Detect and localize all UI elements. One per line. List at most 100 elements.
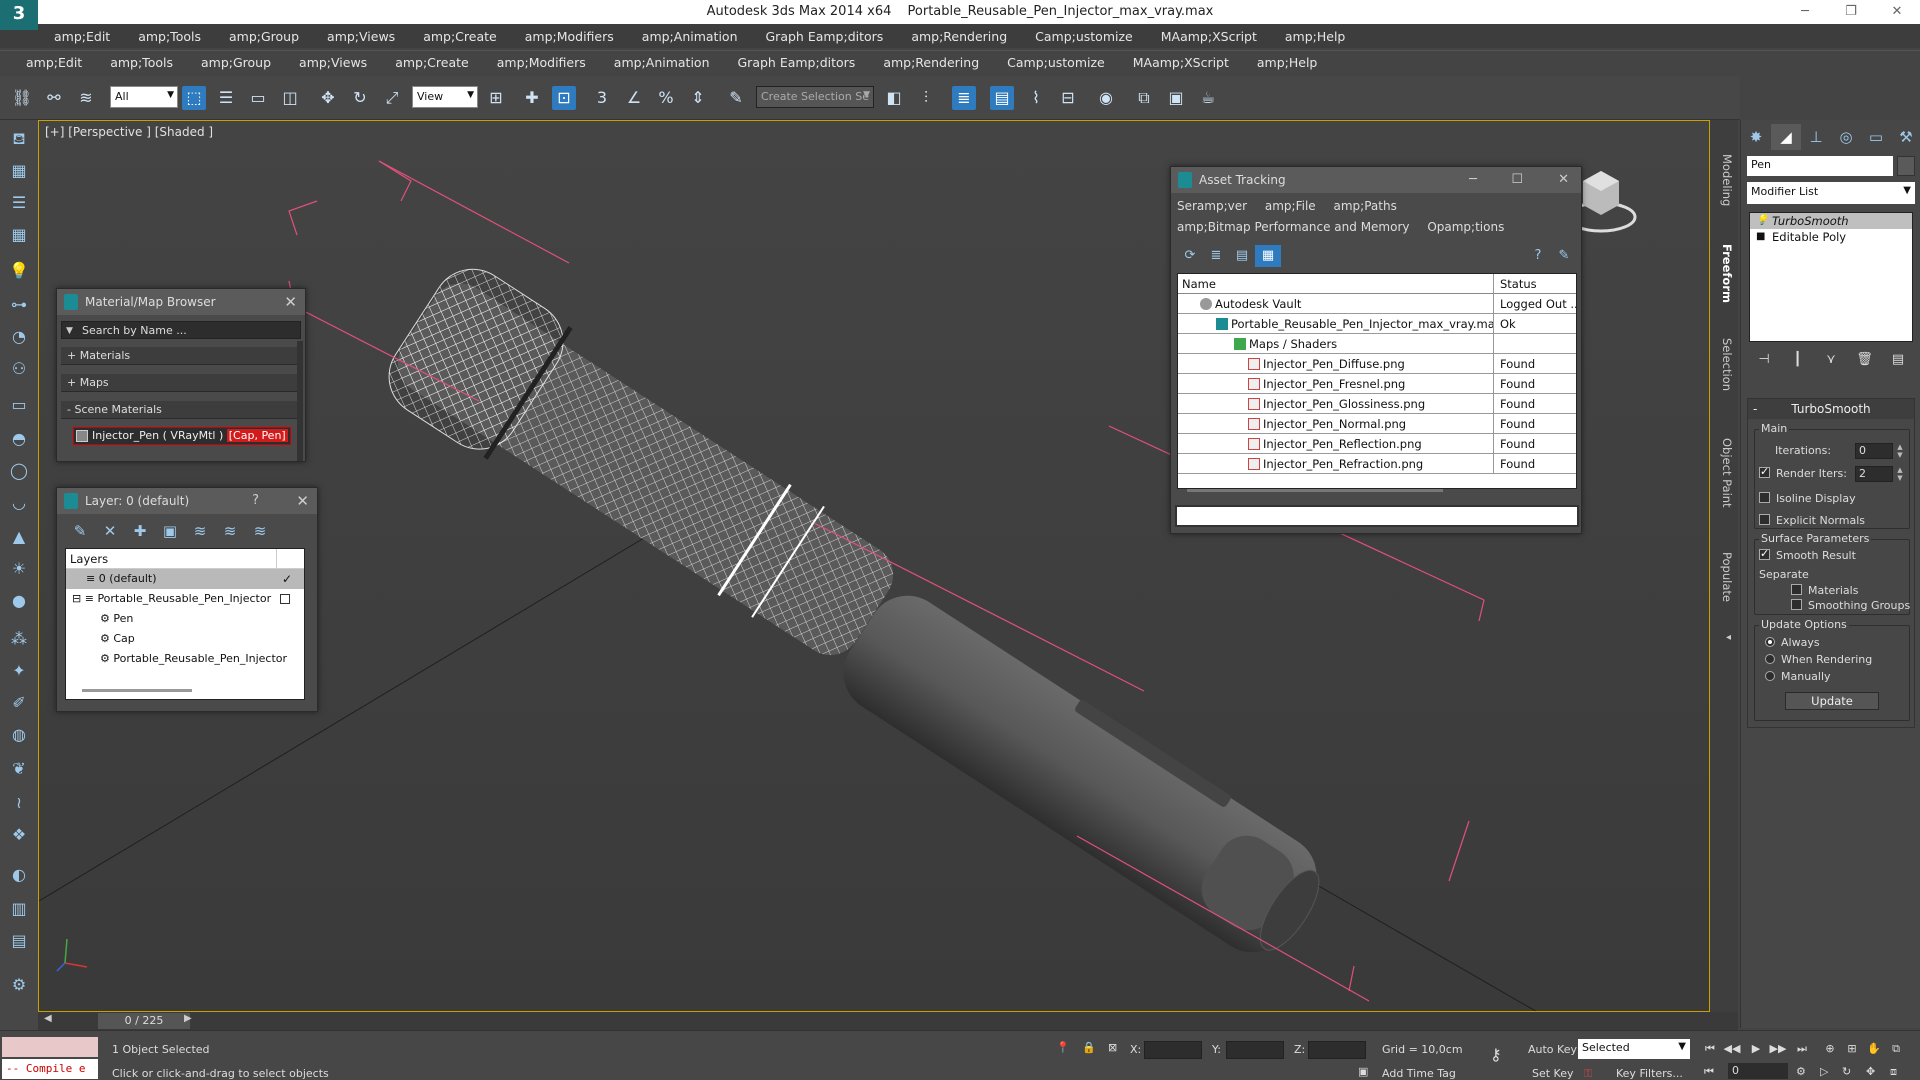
collapse-icon[interactable]: ⊟ ≡ xyxy=(72,592,97,605)
pin-stack-icon[interactable]: ⊣ xyxy=(1753,348,1775,372)
time-slider[interactable]: ◀ 0 / 225 ▶ xyxy=(38,1012,1738,1030)
tab-object-paint[interactable]: Object Paint xyxy=(1714,438,1734,508)
isolate-icon[interactable]: 📍 xyxy=(1056,1041,1070,1054)
render-iters-checkbox[interactable] xyxy=(1759,465,1770,478)
viewport-label[interactable]: [+] [Perspective ] [Shaded ] xyxy=(45,125,213,139)
time-slider-thumb[interactable]: 0 / 225 xyxy=(98,1013,190,1029)
minimize-icon[interactable]: ─ xyxy=(1469,167,1477,193)
x-coordinate-field[interactable] xyxy=(1144,1041,1202,1059)
add-time-tag[interactable]: Add Time Tag xyxy=(1382,1067,1456,1080)
material-editor-icon[interactable]: ◉ xyxy=(1094,86,1118,110)
hair-icon[interactable]: ≀ xyxy=(6,790,32,816)
show-end-result-icon[interactable]: ┃ xyxy=(1787,348,1809,372)
stack-item-editable-poly[interactable]: ■ Editable Poly xyxy=(1750,229,1912,245)
menu-server[interactable]: Seramp;ver xyxy=(1177,199,1247,213)
horizontal-scrollbar[interactable] xyxy=(1187,489,1443,492)
rendered-frame-window-icon[interactable]: ▣ xyxy=(1164,86,1188,110)
add-to-layer-icon[interactable]: ✚ xyxy=(125,520,155,542)
menu-paths[interactable]: amp;Paths xyxy=(1334,199,1397,213)
utilities-tab-icon[interactable]: ⚒ xyxy=(1891,124,1920,150)
key-selection-dropdown[interactable]: Selected ▼ xyxy=(1578,1039,1690,1059)
edit-named-selection-icon[interactable]: ✎ xyxy=(724,86,748,110)
modify-tab-icon[interactable]: ◢ xyxy=(1771,124,1801,150)
make-unique-icon[interactable]: ⋎ xyxy=(1820,348,1842,372)
grid-icon[interactable]: ▦ xyxy=(6,222,32,248)
render-production-icon[interactable]: ☕ xyxy=(1196,86,1220,110)
selection-filter-dropdown[interactable]: All ▼ xyxy=(110,86,178,108)
scale-icon[interactable]: ⤢ xyxy=(380,86,404,110)
collapse-ribbon-icon[interactable]: ◂ xyxy=(1714,632,1734,643)
select-layer-objects-icon[interactable]: ▣ xyxy=(155,520,185,542)
prev-frame-icon[interactable]: ◀ xyxy=(44,1013,52,1024)
menu2-modifiers[interactable]: amp;Modifiers xyxy=(497,55,586,70)
asset-tracking-titlebar[interactable]: Asset Tracking ─ ☐ ✕ xyxy=(1171,167,1581,193)
maxscript-listener-input[interactable] xyxy=(2,1037,98,1057)
refresh-icon[interactable]: ⟳ xyxy=(1177,245,1203,267)
name-column-header[interactable]: Name xyxy=(1178,274,1494,294)
update-button[interactable]: Update xyxy=(1785,692,1879,710)
tab-freeform[interactable]: Freeform xyxy=(1714,244,1734,303)
cone-icon[interactable]: ▲ xyxy=(6,524,32,550)
layer-object-injector[interactable]: ⚙ Portable_Reusable_Pen_Injector xyxy=(66,649,304,669)
menu-bitmap-performance[interactable]: amp;Bitmap Performance and Memory xyxy=(1177,220,1410,234)
reference-coordinate-dropdown[interactable]: View ▼ xyxy=(412,86,478,108)
stack-item-turbosmooth[interactable]: 💡 TurboSmooth xyxy=(1750,213,1912,229)
table-row[interactable]: Injector_Pen_Reflection.png Found xyxy=(1178,434,1576,454)
orbit-icon[interactable]: ↻ xyxy=(1842,1065,1851,1078)
help-icon[interactable]: ? xyxy=(1525,245,1551,267)
layer-manager-icon[interactable]: ≣ xyxy=(952,86,976,110)
menu2-graph-editors[interactable]: Graph Eamp;ditors xyxy=(738,55,856,70)
cap-wireframe[interactable] xyxy=(374,254,916,683)
table-row[interactable]: Injector_Pen_Diffuse.png Found xyxy=(1178,354,1576,374)
layer-row-default[interactable]: ≡ 0 (default) ✓ xyxy=(66,569,304,589)
ball-icon[interactable]: ● xyxy=(6,588,32,614)
layer-object-pen[interactable]: ⚙ Pen xyxy=(66,609,304,629)
graphite-ribbon-icon[interactable]: ▤ xyxy=(990,86,1014,110)
menu2-views[interactable]: amp;Views xyxy=(299,55,367,70)
rectangular-selection-icon[interactable]: ▭ xyxy=(246,86,270,110)
close-button[interactable]: ✕ xyxy=(1874,0,1920,24)
time-config-icon[interactable]: ⚙ xyxy=(1796,1065,1806,1078)
walkthrough-icon[interactable]: ✥ xyxy=(1866,1065,1875,1078)
zoom-icon[interactable]: ⊕ xyxy=(1820,1039,1840,1059)
menu2-maxscript[interactable]: MAamp;XScript xyxy=(1133,55,1229,70)
smooth-result-checkbox[interactable] xyxy=(1759,547,1770,560)
teapot-icon[interactable]: ⛾ xyxy=(6,126,32,152)
freeze-all-icon[interactable]: ≋ xyxy=(245,520,275,542)
z-coordinate-field[interactable] xyxy=(1308,1041,1366,1059)
menu-edit[interactable]: amp;Edit xyxy=(54,29,110,44)
pin-icon[interactable]: ✎ xyxy=(1551,245,1577,267)
light-icon[interactable]: 💡 xyxy=(6,258,32,284)
motion-tab-icon[interactable]: ◎ xyxy=(1831,124,1861,150)
list-icon[interactable]: ☰ xyxy=(6,190,32,216)
spacewarp-icon[interactable]: ◔ xyxy=(6,324,32,350)
horizontal-scrollbar[interactable] xyxy=(82,689,192,692)
materials-checkbox[interactable] xyxy=(1791,584,1802,595)
active-layer-box[interactable] xyxy=(280,594,290,604)
current-frame-field[interactable]: 0 xyxy=(1728,1063,1788,1079)
pivot-point-icon[interactable]: ⊞ xyxy=(484,86,508,110)
named-selection-sets-dropdown[interactable]: Create Selection Se ▼ xyxy=(756,86,874,108)
bind-space-warp-icon[interactable]: ≋ xyxy=(74,86,98,110)
plant-icon[interactable]: ❦ xyxy=(6,756,32,782)
asset-path-input[interactable] xyxy=(1175,505,1579,527)
time-tag-icon[interactable]: ▣ xyxy=(1358,1065,1368,1078)
layer-row-injector[interactable]: ⊟ ≡ Portable_Reusable_Pen_Injector xyxy=(66,589,304,609)
brush-icon[interactable]: ✐ xyxy=(6,690,32,716)
tree-view-icon[interactable]: ▤ xyxy=(1229,245,1255,267)
systems-icon[interactable]: ⚇ xyxy=(6,356,32,382)
delete-layer-icon[interactable]: ✕ xyxy=(95,520,125,542)
menu-animation[interactable]: amp;Animation xyxy=(642,29,738,44)
create-layer-icon[interactable]: ✎ xyxy=(65,520,95,542)
tab-selection[interactable]: Selection xyxy=(1714,338,1734,391)
key-icon[interactable]: ⚷ xyxy=(1490,1045,1502,1064)
unlink-icon[interactable]: ⚯ xyxy=(42,86,66,110)
table-row[interactable]: Injector_Pen_Normal.png Found xyxy=(1178,414,1576,434)
helpers-icon[interactable]: ⊶ xyxy=(6,292,32,318)
table-row[interactable]: Autodesk Vault Logged Out ... xyxy=(1178,294,1578,314)
filter-dropdown-icon[interactable]: ▼ xyxy=(66,322,73,340)
remove-modifier-icon[interactable]: 🗑 xyxy=(1854,348,1876,372)
material-icon[interactable]: ▥ xyxy=(6,896,32,922)
pen-object[interactable] xyxy=(828,579,1339,972)
display-icon[interactable]: ▤ xyxy=(6,928,32,954)
